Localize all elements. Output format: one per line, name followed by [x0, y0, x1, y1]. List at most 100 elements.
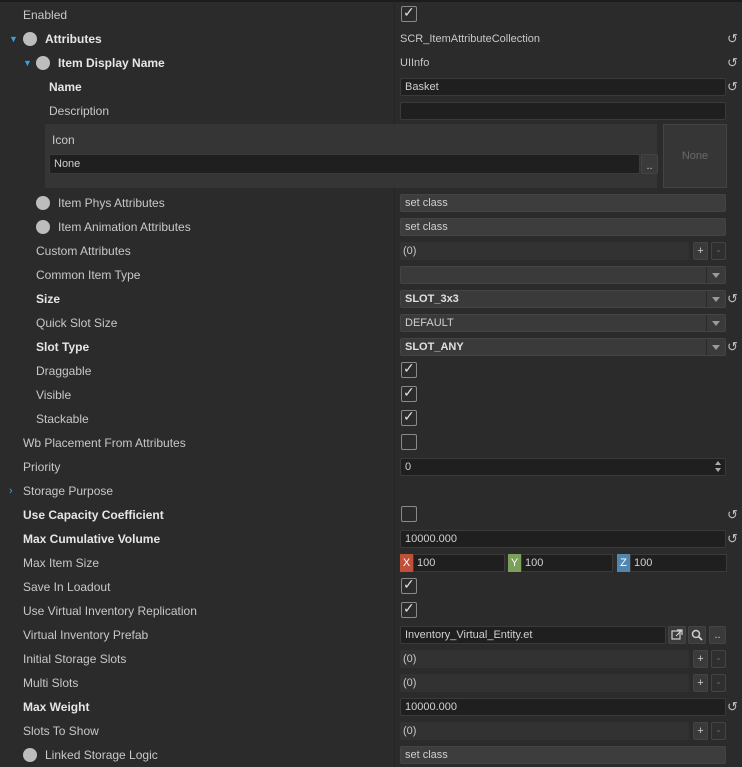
- axis-z-badge: Z: [617, 554, 630, 572]
- size-dropdown[interactable]: SLOT_3x3: [400, 290, 726, 308]
- linked-storage-logic-set-class[interactable]: set class: [400, 746, 726, 764]
- initial-storage-slots-label: Initial Storage Slots: [23, 652, 127, 666]
- row-enabled: Enabled ✓: [0, 3, 742, 27]
- remove-button[interactable]: -: [711, 242, 726, 260]
- spinner-icon[interactable]: [713, 460, 724, 474]
- item-display-name-label: Item Display Name: [58, 56, 165, 70]
- expand-arrow-icon[interactable]: ▼: [23, 51, 32, 75]
- reset-icon[interactable]: ↺: [727, 335, 738, 359]
- array-count: (0): [403, 245, 417, 257]
- save-in-loadout-checkbox[interactable]: ✓: [401, 576, 417, 594]
- row-wb-placement: Wb Placement From Attributes: [0, 431, 742, 455]
- attributes-class-value[interactable]: SCR_ItemAttributeCollection: [400, 27, 540, 51]
- row-max-weight: Max Weight 10000.000 ↺: [0, 695, 742, 719]
- slots-to-show-label: Slots To Show: [23, 724, 99, 738]
- check-icon: ✓: [403, 384, 415, 400]
- array-count: (0): [403, 725, 417, 737]
- multi-slots-array[interactable]: (0): [400, 674, 689, 692]
- check-icon: ✓: [403, 576, 415, 592]
- row-slots-to-show: Slots To Show (0) + -: [0, 719, 742, 743]
- search-button[interactable]: [688, 626, 706, 644]
- name-input[interactable]: Basket: [400, 78, 726, 96]
- linked-storage-logic-label: Linked Storage Logic: [45, 748, 158, 762]
- row-linked-storage-logic: Linked Storage Logic set class: [0, 743, 742, 767]
- reset-icon[interactable]: ↺: [727, 695, 738, 719]
- wb-placement-label: Wb Placement From Attributes: [23, 436, 186, 450]
- reset-icon[interactable]: ↺: [727, 503, 738, 527]
- stackable-checkbox[interactable]: ✓: [401, 408, 417, 426]
- max-item-size-y[interactable]: Y 100: [508, 554, 613, 572]
- add-button[interactable]: +: [693, 242, 708, 260]
- visible-checkbox[interactable]: ✓: [401, 384, 417, 402]
- expand-arrow-icon[interactable]: ▼: [9, 27, 18, 51]
- add-button[interactable]: +: [693, 674, 708, 692]
- max-item-size-z[interactable]: Z 100: [617, 554, 727, 572]
- item-phys-attributes-label: Item Phys Attributes: [58, 196, 165, 210]
- remove-button[interactable]: -: [711, 650, 726, 668]
- common-item-type-dropdown[interactable]: [400, 266, 726, 284]
- row-item-display-name: ▼ Item Display Name UIInfo ↺: [0, 51, 742, 75]
- icon-browse-button[interactable]: ..: [641, 154, 658, 174]
- item-animation-attributes-set-class[interactable]: set class: [400, 218, 726, 236]
- virtual-inventory-prefab-input[interactable]: Inventory_Virtual_Entity.et: [400, 626, 666, 644]
- row-priority: Priority 0: [0, 455, 742, 479]
- max-item-size-label: Max Item Size: [23, 556, 100, 570]
- x-input[interactable]: 100: [413, 554, 505, 572]
- custom-attributes-label: Custom Attributes: [36, 244, 131, 258]
- reset-icon[interactable]: ↺: [727, 527, 738, 551]
- use-virtual-inventory-replication-checkbox[interactable]: ✓: [401, 600, 417, 618]
- attributes-object-icon: [23, 32, 37, 46]
- remove-button[interactable]: -: [711, 674, 726, 692]
- dropdown-value: SLOT_ANY: [405, 341, 464, 353]
- max-item-size-x[interactable]: X 100: [400, 554, 505, 572]
- z-input[interactable]: 100: [630, 554, 727, 572]
- row-item-phys-attributes: Item Phys Attributes set class: [0, 191, 742, 215]
- initial-storage-slots-array[interactable]: (0): [400, 650, 689, 668]
- custom-attributes-array[interactable]: (0): [400, 242, 689, 260]
- reset-icon[interactable]: ↺: [727, 51, 738, 75]
- slots-to-show-array[interactable]: (0): [400, 722, 689, 740]
- item-phys-attributes-set-class[interactable]: set class: [400, 194, 726, 212]
- quick-slot-size-label: Quick Slot Size: [36, 316, 118, 330]
- use-capacity-coefficient-checkbox[interactable]: [401, 506, 417, 522]
- draggable-checkbox[interactable]: ✓: [401, 360, 417, 378]
- slot-type-dropdown[interactable]: SLOT_ANY: [400, 338, 726, 356]
- max-cumulative-volume-input[interactable]: 10000.000: [400, 530, 726, 548]
- icon-thumbnail[interactable]: None: [663, 124, 727, 188]
- icon-resource-input[interactable]: None: [49, 154, 640, 174]
- icon-resource-panel: Icon None ..: [45, 124, 658, 188]
- reset-icon[interactable]: ↺: [727, 27, 738, 51]
- priority-value: 0: [405, 461, 412, 473]
- search-icon: [691, 629, 703, 641]
- remove-button[interactable]: -: [711, 722, 726, 740]
- description-input[interactable]: [400, 102, 726, 120]
- add-button[interactable]: +: [693, 650, 708, 668]
- row-draggable: Draggable ✓: [0, 359, 742, 383]
- check-icon: ✓: [403, 4, 415, 20]
- prefab-browse-button[interactable]: ..: [709, 626, 726, 644]
- reset-icon[interactable]: ↺: [727, 75, 738, 99]
- multi-slots-label: Multi Slots: [23, 676, 79, 690]
- wb-placement-checkbox[interactable]: [401, 434, 417, 450]
- collapse-arrow-icon[interactable]: ›: [9, 479, 13, 503]
- row-initial-storage-slots: Initial Storage Slots (0) + -: [0, 647, 742, 671]
- y-value: 100: [525, 557, 544, 569]
- draggable-label: Draggable: [36, 364, 92, 378]
- axis-x-badge: X: [400, 554, 413, 572]
- reset-icon[interactable]: ↺: [727, 287, 738, 311]
- y-input[interactable]: 100: [521, 554, 613, 572]
- row-size: Size SLOT_3x3 ↺: [0, 287, 742, 311]
- virtual-inventory-prefab-label: Virtual Inventory Prefab: [23, 628, 149, 642]
- item-display-name-class-value[interactable]: UIInfo: [400, 51, 429, 75]
- chevron-down-icon: [706, 291, 725, 307]
- icon-label: Icon: [52, 133, 75, 147]
- max-weight-input[interactable]: 10000.000: [400, 698, 726, 716]
- priority-number-input[interactable]: 0: [400, 458, 726, 476]
- open-external-button[interactable]: [668, 626, 686, 644]
- chevron-down-icon: [706, 315, 725, 331]
- enabled-checkbox[interactable]: ✓: [401, 4, 417, 22]
- quick-slot-size-dropdown[interactable]: DEFAULT: [400, 314, 726, 332]
- visible-label: Visible: [36, 388, 72, 402]
- add-button[interactable]: +: [693, 722, 708, 740]
- set-class-text: set class: [405, 749, 448, 761]
